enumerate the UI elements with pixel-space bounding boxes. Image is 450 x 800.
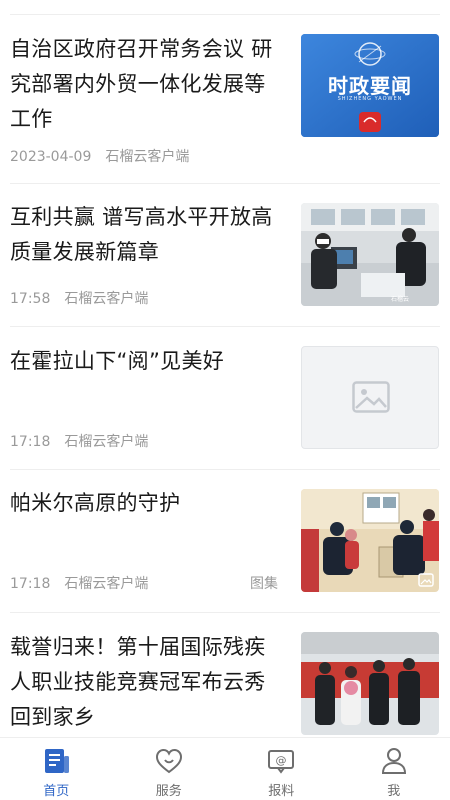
gallery-tag: 图集 [250,576,278,592]
news-source: 石榴云客户端 [64,576,149,592]
news-item[interactable]: 互利共赢 谱写高水平开放高质量发展新篇章 17:58 石榴云客户端 石榴云 [0,184,450,327]
news-source: 石榴云客户端 [64,434,149,450]
news-thumbnail [301,632,439,735]
news-meta: 17:58 石榴云客户端 [10,288,148,308]
image-placeholder-icon [352,381,390,413]
news-title: 自治区政府召开常务会议 研究部署内外贸一体化发展等工作 [10,37,273,131]
news-time: 17:18 [10,576,51,592]
news-title: 载誉归来！第十届国际残疾人职业技能竞赛冠军布云秀回到家乡 [10,635,266,729]
bottom-tab-bar: 首页 服务 @ 报料 我 [0,737,450,800]
news-item[interactable]: 自治区政府召开常务会议 研究部署内外贸一体化发展等工作 2023-04-09 石榴… [0,15,450,184]
tab-label: 报料 [268,784,295,799]
report-icon: @ [268,750,295,774]
news-meta: 17:18 石榴云客户端 [10,431,148,451]
news-thumbnail [301,489,439,592]
news-meta: 17:18 石榴云客户端 [10,573,148,593]
banner-title: 时政要闻 [328,74,412,98]
news-item[interactable]: 帕米尔高原的守护 17:18 石榴云客户端 图集 [0,470,450,613]
news-icon [45,749,70,773]
news-source: 石榴云客户端 [64,291,149,307]
tab-label: 首页 [43,784,70,799]
tab-me[interactable]: 我 [338,738,450,800]
news-thumbnail: 时政要闻 SHIZHENG YAOWEN [301,34,439,137]
news-item[interactable]: 在霍拉山下“阅”见美好 17:18 石榴云客户端 [0,327,450,470]
news-title: 帕米尔高原的守护 [10,491,181,515]
news-title: 互利共赢 谱写高水平开放高质量发展新篇章 [10,205,273,264]
news-feed[interactable]: 自治区政府召开常务会议 研究部署内外贸一体化发展等工作 2023-04-09 石榴… [0,0,450,738]
news-time: 17:58 [10,291,51,307]
heart-icon [155,748,182,774]
news-time: 2023-04-09 [10,149,92,165]
news-meta: 2023-04-09 石榴云客户端 [10,146,189,166]
tab-home[interactable]: 首页 [0,738,113,800]
tab-label: 我 [387,784,401,799]
svg-text:石榴云: 石榴云 [391,295,409,303]
gallery-icon [418,573,434,587]
news-source: 石榴云客户端 [105,149,190,165]
news-item[interactable]: 载誉归来！第十届国际残疾人职业技能竞赛冠军布云秀回到家乡 [0,613,450,738]
tab-label: 服务 [155,784,182,799]
news-title: 在霍拉山下“阅”见美好 [10,349,225,373]
news-time: 17:18 [10,434,51,450]
image-placeholder [301,346,439,449]
user-icon [381,748,406,774]
banner-subtitle: SHIZHENG YAOWEN [337,96,403,102]
news-thumbnail: 石榴云 [301,203,439,306]
tab-report[interactable]: @ 报料 [225,738,338,800]
tab-services[interactable]: 服务 [113,738,226,800]
svg-text:@: @ [276,754,287,767]
